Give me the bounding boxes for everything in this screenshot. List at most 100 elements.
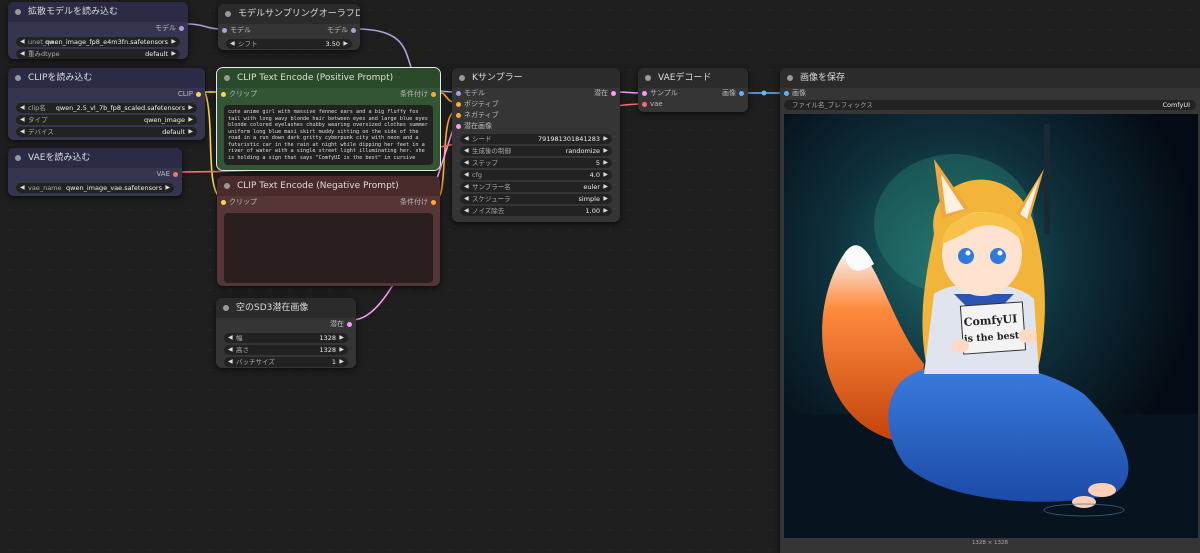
right-arrow-icon[interactable]: ▶ <box>603 194 608 204</box>
left-arrow-icon[interactable]: ◀ <box>464 206 469 216</box>
collapse-dot-icon[interactable] <box>645 75 651 81</box>
left-arrow-icon[interactable]: ◀ <box>20 37 25 47</box>
left-arrow-icon[interactable]: ◀ <box>464 170 469 180</box>
positive-prompt-textarea[interactable]: cute anime girl with massive fennec ears… <box>224 105 433 165</box>
right-arrow-icon[interactable]: ▶ <box>165 183 170 193</box>
collapse-dot-icon[interactable] <box>223 305 229 311</box>
collapse-dot-icon[interactable] <box>15 75 21 81</box>
input-label-latent: 潜在画像 <box>464 122 492 130</box>
right-arrow-icon[interactable]: ▶ <box>343 39 348 49</box>
input-socket-positive[interactable] <box>456 102 461 107</box>
left-arrow-icon[interactable]: ◀ <box>228 357 233 367</box>
filename-prefix-input[interactable]: ファイル名_プレフィックス ComfyUI <box>784 100 1196 110</box>
right-arrow-icon[interactable]: ▶ <box>603 170 608 180</box>
empty-sd3-latent-node[interactable]: 空のSD3潜在画像 潜在 ◀ 幅 1328 ▶ ◀ 高さ 1328 ▶ ◀ バッチサイズ 1 ▶ <box>216 298 356 368</box>
clip-type-select[interactable]: ◀ タイプ qwen_image ▶ <box>16 115 197 125</box>
seed-number-widget[interactable]: ◀ シード 791981301841283 ▶ <box>460 134 612 144</box>
save-image-node[interactable]: 画像を保存 画像 ファイル名_プレフィックス ComfyUI ComfyUI i… <box>780 68 1200 553</box>
collapse-dot-icon[interactable] <box>787 75 793 81</box>
negative-prompt-textarea[interactable] <box>224 213 433 283</box>
positive-prompt-node[interactable]: CLIP Text Encode (Positive Prompt) クリップ 条… <box>216 67 441 171</box>
left-arrow-icon[interactable]: ◀ <box>228 345 233 355</box>
right-arrow-icon[interactable]: ▶ <box>171 37 176 47</box>
right-arrow-icon[interactable]: ▶ <box>339 333 344 343</box>
right-arrow-icon[interactable]: ▶ <box>188 127 193 137</box>
right-arrow-icon[interactable]: ▶ <box>603 206 608 216</box>
input-socket-negative[interactable] <box>456 113 461 118</box>
collapse-dot-icon[interactable] <box>15 9 21 15</box>
vae-decode-node[interactable]: VAEデコード サンプル 画像 vae <box>638 68 748 112</box>
output-socket-model[interactable] <box>179 26 184 31</box>
right-arrow-icon[interactable]: ▶ <box>603 182 608 192</box>
sampler-name-select[interactable]: ◀ サンプラー名 euler ▶ <box>460 182 612 192</box>
shift-number-widget[interactable]: ◀ シフト 3.50 ▶ <box>226 39 352 49</box>
left-arrow-icon[interactable]: ◀ <box>464 158 469 168</box>
clip-loader-node[interactable]: CLIPを読み込む CLIP ◀ clip名 qwen_2.5_vl_7b_fp8_… <box>8 68 205 140</box>
vae-loader-node[interactable]: VAEを読み込む VAE ◀ vae_name qwen_image_vae.saf… <box>8 148 182 196</box>
right-arrow-icon[interactable]: ▶ <box>603 158 608 168</box>
height-number-widget[interactable]: ◀ 高さ 1328 ▶ <box>224 345 348 355</box>
input-socket-samples[interactable] <box>642 91 647 96</box>
input-socket-model[interactable] <box>456 91 461 96</box>
input-label-positive: ポジティブ <box>464 100 499 108</box>
node-title: CLIPを読み込む <box>28 73 93 83</box>
model-sampling-auraflow-node[interactable]: モデルサンプリングオーラフロー モデル モデル ◀ シフト 3.50 ▶ <box>218 4 360 50</box>
denoise-number-widget[interactable]: ◀ ノイズ除去 1.00 ▶ <box>460 206 612 216</box>
ksampler-node[interactable]: Kサンプラー モデル 潜在 ポジティブ ネガティブ 潜在画像 ◀ シード 791981… <box>452 68 620 222</box>
left-arrow-icon[interactable]: ◀ <box>464 194 469 204</box>
right-arrow-icon[interactable]: ▶ <box>339 357 344 367</box>
input-socket-latent[interactable] <box>456 124 461 129</box>
output-socket-model[interactable] <box>351 28 356 33</box>
control-after-generate-select[interactable]: ◀ 生成後の制御 randomize ▶ <box>460 146 612 156</box>
left-arrow-icon[interactable]: ◀ <box>464 182 469 192</box>
input-socket-model[interactable] <box>222 28 227 33</box>
left-arrow-icon[interactable]: ◀ <box>464 146 469 156</box>
input-socket-clip[interactable] <box>221 200 226 205</box>
left-arrow-icon[interactable]: ◀ <box>20 183 25 193</box>
collapse-dot-icon[interactable] <box>15 155 21 161</box>
input-label-negative: ネガティブ <box>464 111 499 119</box>
widget-value: 1.00 <box>585 207 600 215</box>
output-socket-latent[interactable] <box>611 91 616 96</box>
right-arrow-icon[interactable]: ▶ <box>188 103 193 113</box>
input-socket-vae[interactable] <box>642 102 647 107</box>
left-arrow-icon[interactable]: ◀ <box>20 103 25 113</box>
left-arrow-icon[interactable]: ◀ <box>20 127 25 137</box>
widget-label: 重みdtype <box>28 50 60 58</box>
collapse-dot-icon[interactable] <box>224 183 230 189</box>
output-socket-vae[interactable] <box>173 172 178 177</box>
steps-number-widget[interactable]: ◀ ステップ 5 ▶ <box>460 158 612 168</box>
right-arrow-icon[interactable]: ▶ <box>188 115 193 125</box>
output-socket-latent[interactable] <box>347 322 352 327</box>
input-socket-clip[interactable] <box>221 92 226 97</box>
collapse-dot-icon[interactable] <box>224 75 230 81</box>
output-socket-clip[interactable] <box>196 92 201 97</box>
vae-name-select[interactable]: ◀ vae_name qwen_image_vae.safetensors ▶ <box>16 183 174 193</box>
clip-name-select[interactable]: ◀ clip名 qwen_2.5_vl_7b_fp8_scaled.safetens… <box>16 103 197 113</box>
collapse-dot-icon[interactable] <box>225 11 231 17</box>
clip-device-select[interactable]: ◀ デバイス default ▶ <box>16 127 197 137</box>
collapse-dot-icon[interactable] <box>459 75 465 81</box>
left-arrow-icon[interactable]: ◀ <box>230 39 235 49</box>
unet-name-select[interactable]: ◀ unet_na... qwen_image_fp8_e4m3fn.safeten… <box>16 37 180 47</box>
output-socket-conditioning[interactable] <box>431 200 436 205</box>
left-arrow-icon[interactable]: ◀ <box>20 115 25 125</box>
left-arrow-icon[interactable]: ◀ <box>20 49 25 59</box>
generated-image-preview[interactable]: ComfyUI is the best <box>784 114 1198 538</box>
cfg-number-widget[interactable]: ◀ cfg 4.0 ▶ <box>460 170 612 180</box>
output-socket-image[interactable] <box>739 91 744 96</box>
negative-prompt-node[interactable]: CLIP Text Encode (Negative Prompt) クリップ 条… <box>217 176 440 286</box>
right-arrow-icon[interactable]: ▶ <box>171 49 176 59</box>
batch-size-number-widget[interactable]: ◀ バッチサイズ 1 ▶ <box>224 357 348 367</box>
diffusion-model-loader-node[interactable]: 拡散モデルを読み込む モデル ◀ unet_na... qwen_image_fp8… <box>8 2 188 59</box>
input-socket-images[interactable] <box>784 91 789 96</box>
width-number-widget[interactable]: ◀ 幅 1328 ▶ <box>224 333 348 343</box>
left-arrow-icon[interactable]: ◀ <box>228 333 233 343</box>
output-socket-conditioning[interactable] <box>431 92 436 97</box>
left-arrow-icon[interactable]: ◀ <box>464 134 469 144</box>
weight-dtype-select[interactable]: ◀ 重みdtype default ▶ <box>16 49 180 59</box>
right-arrow-icon[interactable]: ▶ <box>339 345 344 355</box>
right-arrow-icon[interactable]: ▶ <box>603 134 608 144</box>
right-arrow-icon[interactable]: ▶ <box>603 146 608 156</box>
scheduler-select[interactable]: ◀ スケジューラ simple ▶ <box>460 194 612 204</box>
